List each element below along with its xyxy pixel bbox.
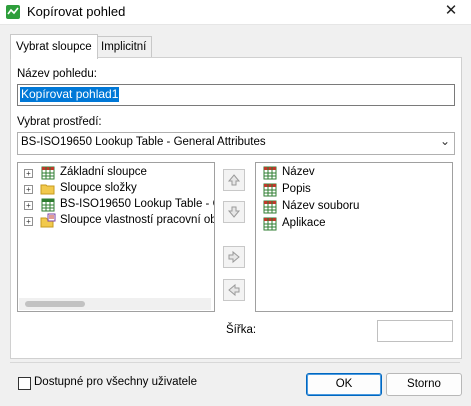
environment-select[interactable]: BS-ISO19650 Lookup Table - General Attri… (17, 132, 455, 155)
available-columns-tree[interactable]: + Základní sloupce + Sloupce složky + BS… (17, 162, 215, 312)
arrow-left-icon (228, 283, 240, 297)
view-name-value: Kopírovat pohlad1 (20, 87, 120, 102)
tree-item-label: Základní sloupce (60, 166, 147, 178)
tree-item-label: Sloupce vlastností pracovní obla (60, 214, 215, 226)
cancel-button[interactable]: Storno (386, 373, 462, 396)
tab-default[interactable]: Implicitní (95, 36, 153, 58)
remove-column-button[interactable] (223, 279, 245, 301)
table-grid-icon (263, 183, 277, 197)
environment-value: BS-ISO19650 Lookup Table - General Attri… (21, 136, 266, 148)
width-label: Šířka: (226, 324, 257, 336)
view-name-label: Název pohledu: (17, 68, 97, 80)
table-grid-icon (263, 217, 277, 231)
arrow-right-icon (228, 250, 240, 264)
expand-icon[interactable]: + (24, 185, 33, 194)
move-down-button[interactable] (223, 201, 245, 223)
copy-view-icon (6, 5, 20, 19)
list-item-label: Aplikace (282, 217, 326, 229)
workspace-properties-icon (40, 213, 56, 228)
expand-icon[interactable]: + (24, 169, 33, 178)
ok-button[interactable]: OK (306, 373, 382, 396)
horizontal-scrollbar[interactable] (19, 298, 211, 310)
close-button[interactable]: ✕ (431, 0, 471, 24)
list-item-label: Název souboru (282, 200, 360, 212)
folder-icon (40, 184, 55, 195)
scrollbar-thumb[interactable] (25, 301, 85, 307)
table-grid-icon (41, 198, 55, 212)
view-name-input[interactable]: Kopírovat pohlad1 (17, 84, 455, 106)
table-grid-icon (263, 200, 277, 214)
arrow-up-icon (227, 174, 241, 186)
width-input[interactable] (377, 320, 453, 342)
divider (10, 362, 460, 363)
environment-label: Vybrat prostředí: (17, 116, 102, 128)
table-grid-icon (41, 166, 55, 180)
expand-icon[interactable]: + (24, 217, 33, 226)
all-users-checkbox[interactable] (18, 377, 31, 390)
tab-select-columns[interactable]: Vybrat sloupce (10, 34, 98, 59)
tree-item-label: Sloupce složky (60, 182, 137, 194)
chevron-down-icon: ⌄ (439, 134, 450, 148)
window-title: Kopírovat pohled (27, 4, 126, 19)
table-grid-icon (263, 166, 277, 180)
selected-columns-list[interactable]: Název Popis Název souboru Aplikace (255, 162, 453, 312)
close-icon: ✕ (444, 2, 458, 19)
title-bar: Kopírovat pohled ✕ (0, 0, 471, 25)
list-item-label: Název (282, 166, 315, 178)
arrow-down-icon (227, 206, 241, 218)
expand-icon[interactable]: + (24, 201, 33, 210)
add-column-button[interactable] (223, 246, 245, 268)
tree-item-label: BS-ISO19650 Lookup Table - Ge (60, 198, 215, 210)
move-up-button[interactable] (223, 169, 245, 191)
all-users-label[interactable]: Dostupné pro všechny uživatele (34, 376, 197, 388)
list-item-label: Popis (282, 183, 311, 195)
